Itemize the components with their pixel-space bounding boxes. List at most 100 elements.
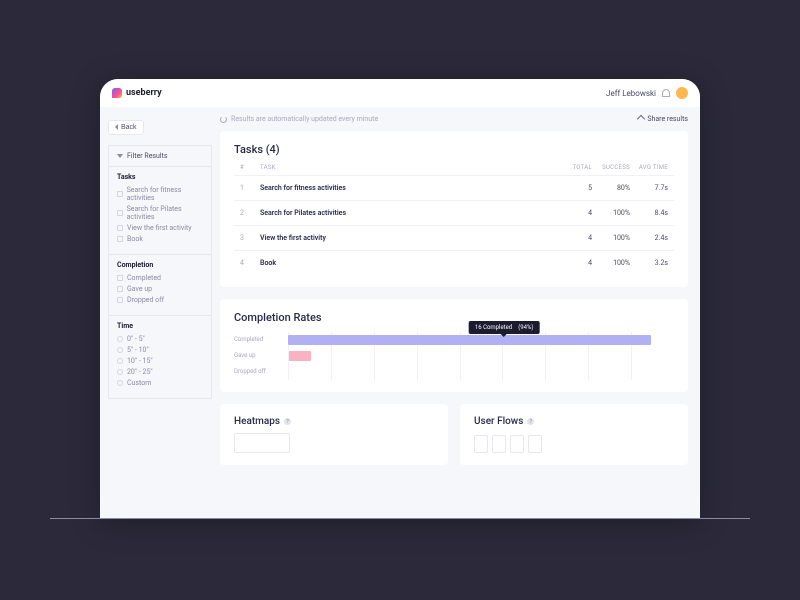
row-task-name: View the first activity bbox=[260, 234, 554, 242]
completion-title: Completion Rates bbox=[234, 311, 674, 324]
meta-row: Results are automatically updated every … bbox=[220, 115, 688, 123]
filter-item[interactable]: Dropped off bbox=[117, 296, 203, 304]
heatmap-thumbnail[interactable] bbox=[234, 433, 290, 453]
filter-item-label: Gave up bbox=[127, 285, 152, 293]
filter-item[interactable]: 10" - 15" bbox=[117, 357, 203, 365]
completion-chart: Completed 16 Completed (94%) Gave up bbox=[234, 332, 674, 380]
col-avg: AVG TIME bbox=[630, 164, 668, 171]
share-results-button[interactable]: Share results bbox=[638, 115, 688, 123]
filter-title: Filter Results bbox=[127, 152, 168, 160]
row-num: 4 bbox=[240, 259, 260, 267]
table-row[interactable]: 3View the first activity4100%2.4s bbox=[234, 225, 674, 250]
userflows-card[interactable]: User Flows ? bbox=[460, 404, 688, 465]
filter-item[interactable]: Gave up bbox=[117, 285, 203, 293]
heatmaps-card[interactable]: Heatmaps ? bbox=[220, 404, 448, 465]
flow-thumb[interactable] bbox=[510, 435, 524, 453]
filter-item[interactable]: 0" - 5" bbox=[117, 335, 203, 343]
device-base bbox=[50, 518, 750, 519]
filter-panel: Filter Results Tasks Search for fitness a… bbox=[108, 145, 212, 399]
checkbox-icon bbox=[117, 225, 123, 231]
row-task-name: Search for Pilates activities bbox=[260, 209, 554, 217]
chart-tooltip: 16 Completed (94%) bbox=[469, 321, 540, 334]
table-row[interactable]: 4Book4100%3.2s bbox=[234, 250, 674, 275]
filter-item[interactable]: Custom bbox=[117, 379, 203, 387]
col-num: # bbox=[240, 164, 260, 171]
checkbox-icon bbox=[117, 210, 123, 216]
radio-icon bbox=[117, 380, 123, 386]
cr-label-completed: Completed bbox=[234, 336, 284, 343]
filter-item[interactable]: Book bbox=[117, 235, 203, 243]
tasks-title: Tasks (4) bbox=[234, 143, 674, 156]
filter-group-tasks: Tasks Search for fitness activities Search… bbox=[109, 167, 211, 255]
filter-icon bbox=[117, 154, 123, 158]
checkbox-icon bbox=[117, 297, 123, 303]
row-task-name: Book bbox=[260, 259, 554, 267]
row-avg: 8.4s bbox=[630, 209, 668, 217]
back-label: Back bbox=[121, 124, 137, 131]
row-num: 2 bbox=[240, 209, 260, 217]
filter-item-label: 10" - 15" bbox=[127, 357, 153, 365]
filter-item[interactable]: Search for fitness activities bbox=[117, 186, 203, 202]
filter-item-label: Search for fitness activities bbox=[127, 186, 203, 202]
filter-item[interactable]: Completed bbox=[117, 274, 203, 282]
filter-item-label: 5" - 10" bbox=[127, 346, 149, 354]
row-task-name: Search for fitness activities bbox=[260, 184, 554, 192]
completion-rates-card: Completion Rates Completed 16 Completed … bbox=[220, 299, 688, 392]
checkbox-icon bbox=[117, 286, 123, 292]
heatmaps-title: Heatmaps bbox=[234, 416, 280, 427]
cr-label-gaveup: Gave up bbox=[234, 352, 284, 359]
share-label: Share results bbox=[647, 115, 688, 123]
tooltip-count: 16 Completed bbox=[475, 324, 512, 331]
filter-item-label: Completed bbox=[127, 274, 161, 282]
bar-completed[interactable] bbox=[288, 335, 651, 345]
row-avg: 7.7s bbox=[630, 184, 668, 192]
checkbox-icon bbox=[117, 275, 123, 281]
info-icon[interactable]: ? bbox=[284, 418, 291, 425]
filter-group-title: Tasks bbox=[117, 173, 203, 181]
userflows-title: User Flows bbox=[474, 416, 523, 427]
radio-icon bbox=[117, 358, 123, 364]
row-avg: 3.2s bbox=[630, 259, 668, 267]
row-num: 3 bbox=[240, 234, 260, 242]
filter-item-label: Dropped off bbox=[127, 296, 164, 304]
filter-item[interactable]: 5" - 10" bbox=[117, 346, 203, 354]
tasks-table-head: # TASK TOTAL SUCCESS AVG TIME bbox=[234, 164, 674, 175]
checkbox-icon bbox=[117, 191, 123, 197]
brand-logo[interactable]: useberry bbox=[112, 88, 162, 98]
flow-thumb[interactable] bbox=[528, 435, 542, 453]
filter-group-title: Time bbox=[117, 322, 203, 330]
cr-label-dropped: Dropped off bbox=[234, 368, 284, 375]
row-num: 1 bbox=[240, 184, 260, 192]
filter-item[interactable]: View the first activity bbox=[117, 224, 203, 232]
bell-icon[interactable] bbox=[662, 89, 670, 97]
info-icon[interactable]: ? bbox=[527, 418, 534, 425]
filter-panel-header[interactable]: Filter Results bbox=[109, 146, 211, 167]
filter-item[interactable]: Search for Pilates activities bbox=[117, 205, 203, 221]
filter-item[interactable]: 20" - 25" bbox=[117, 368, 203, 376]
table-row[interactable]: 2Search for Pilates activities4100%8.4s bbox=[234, 200, 674, 225]
row-total: 4 bbox=[554, 209, 592, 217]
filter-item-label: Custom bbox=[127, 379, 151, 387]
filter-group-completion: Completion Completed Gave up Dropped off bbox=[109, 255, 211, 316]
flow-thumb[interactable] bbox=[492, 435, 506, 453]
avatar[interactable] bbox=[676, 87, 688, 99]
user-name: Jeff Lebowski bbox=[606, 89, 656, 98]
sidebar: Back Filter Results Tasks Search for fitn… bbox=[100, 107, 220, 519]
refresh-icon bbox=[220, 116, 227, 123]
table-row[interactable]: 1Search for fitness activities580%7.7s bbox=[234, 175, 674, 200]
col-task: TASK bbox=[260, 164, 554, 171]
radio-icon bbox=[117, 336, 123, 342]
row-total: 5 bbox=[554, 184, 592, 192]
filter-item-label: Book bbox=[127, 235, 143, 243]
row-avg: 2.4s bbox=[630, 234, 668, 242]
flow-thumb[interactable] bbox=[474, 435, 488, 453]
col-success: SUCCESS bbox=[592, 164, 630, 171]
filter-group-title: Completion bbox=[117, 261, 203, 269]
user-area: Jeff Lebowski bbox=[606, 87, 688, 99]
row-success: 80% bbox=[592, 184, 630, 192]
brand-name: useberry bbox=[126, 88, 162, 98]
row-success: 100% bbox=[592, 259, 630, 267]
back-button[interactable]: Back bbox=[108, 120, 144, 135]
row-success: 100% bbox=[592, 209, 630, 217]
filter-item-label: View the first activity bbox=[127, 224, 192, 232]
